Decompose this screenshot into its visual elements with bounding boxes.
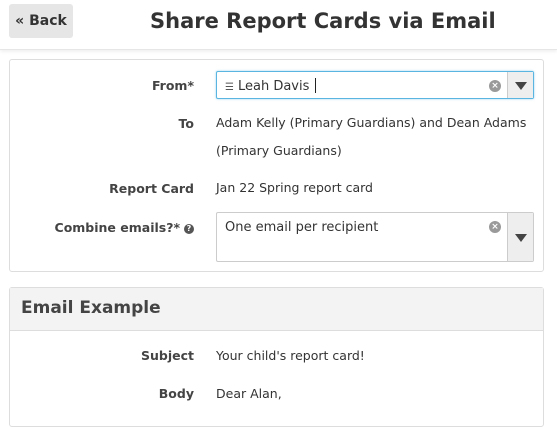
chevron-down-icon [515, 82, 527, 90]
email-example-title: Email Example [21, 298, 161, 318]
body-label: Body [158, 386, 194, 401]
share-form-card: From* ☰ Leah Davis × To Adam Kelly (Prima… [9, 59, 544, 272]
from-dropdown-toggle[interactable] [507, 72, 533, 98]
email-example-header: Email Example [10, 288, 543, 331]
from-select[interactable]: ☰ Leah Davis × [216, 71, 534, 99]
text-cursor [315, 78, 317, 93]
subject-label: Subject [141, 348, 194, 363]
from-value-wrap: ☰ Leah Davis [225, 78, 317, 94]
body-value: Dear Alan, [216, 386, 282, 401]
to-label: To [178, 116, 194, 131]
combine-label: Combine emails?*? [55, 220, 194, 235]
graduation-cap-icon: ☰ [225, 82, 234, 93]
subject-value: Your child's report card! [216, 348, 365, 363]
report-card-label: Report Card [109, 181, 194, 196]
help-icon[interactable]: ? [184, 224, 194, 234]
combine-label-text: Combine emails?* [54, 220, 180, 235]
from-value: Leah Davis [237, 79, 310, 94]
to-value-line1: Adam Kelly (Primary Guardians) and Dean … [216, 115, 527, 130]
chevron-down-icon [515, 234, 527, 242]
from-label: From* [151, 78, 194, 93]
to-value-line2: (Primary Guardians) [216, 143, 342, 158]
clear-combine-icon[interactable]: × [489, 221, 501, 233]
header-bar: « Back Share Report Cards via Email [0, 0, 557, 50]
combine-value: One email per recipient [225, 220, 379, 235]
combine-select[interactable]: One email per recipient × [216, 212, 534, 262]
page-title: Share Report Cards via Email [150, 9, 496, 33]
report-card-value: Jan 22 Spring report card [216, 180, 373, 195]
clear-from-icon[interactable]: × [489, 80, 501, 92]
email-example-panel: Email Example Subject Your child's repor… [9, 287, 544, 427]
combine-dropdown-toggle[interactable] [507, 213, 533, 261]
back-button[interactable]: « Back [9, 4, 73, 38]
